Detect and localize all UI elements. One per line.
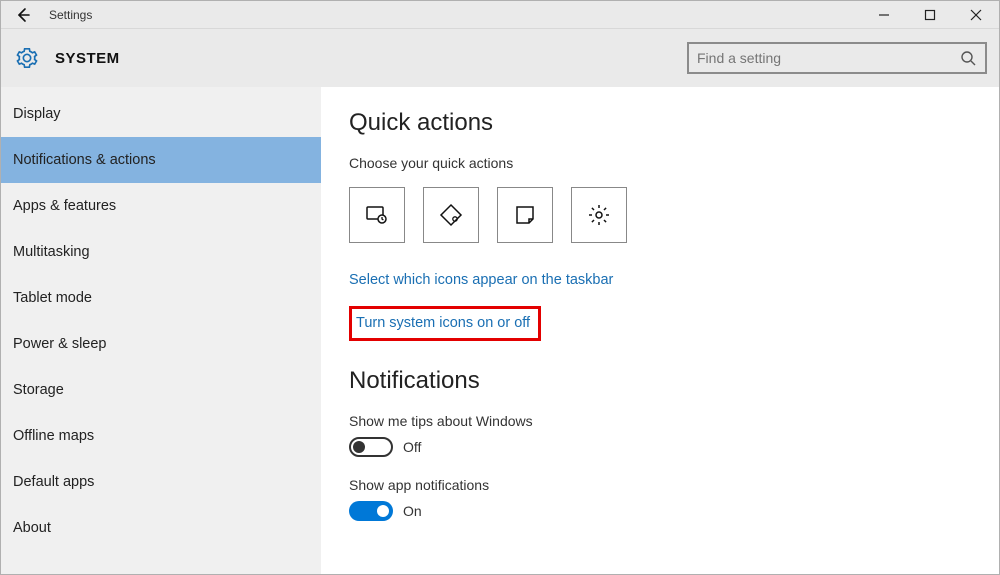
sidebar-item-about[interactable]: About (1, 505, 321, 551)
sticky-note-icon (513, 203, 537, 227)
toggle-tips[interactable] (349, 437, 393, 457)
sidebar-item-apps-features[interactable]: Apps & features (1, 183, 321, 229)
link-taskbar-icons[interactable]: Select which icons appear on the taskbar (349, 272, 613, 288)
quick-actions-heading: Quick actions (349, 109, 999, 137)
toggle-app-notifications[interactable] (349, 501, 393, 521)
setting-tips: Show me tips about Windows Off (349, 413, 999, 457)
settings-gear-icon (13, 44, 41, 72)
maximize-icon (924, 9, 936, 21)
quick-action-tile-4[interactable] (571, 187, 627, 243)
quick-action-tile-1[interactable] (349, 187, 405, 243)
window-title: Settings (49, 8, 92, 22)
link-system-icons[interactable]: Turn system icons on or off (356, 315, 530, 331)
sidebar-item-power-sleep[interactable]: Power & sleep (1, 321, 321, 367)
notifications-heading: Notifications (349, 367, 999, 395)
tablet-mode-icon (364, 202, 390, 228)
quick-action-tile-3[interactable] (497, 187, 553, 243)
sidebar-item-label: Apps & features (13, 198, 116, 214)
maximize-button[interactable] (907, 1, 953, 29)
sidebar-item-storage[interactable]: Storage (1, 367, 321, 413)
setting-label: Show me tips about Windows (349, 413, 999, 429)
sidebar-item-label: Display (13, 106, 61, 122)
page-header: SYSTEM (1, 29, 999, 87)
note-icon (438, 202, 464, 228)
toggle-state-text: Off (403, 439, 421, 455)
settings-gear-icon (587, 203, 611, 227)
setting-app-notifications: Show app notifications On (349, 477, 999, 521)
title-bar: Settings (1, 1, 999, 29)
sidebar-item-label: Power & sleep (13, 336, 107, 352)
search-box[interactable] (687, 42, 987, 74)
quick-action-tile-2[interactable] (423, 187, 479, 243)
sidebar-item-label: About (13, 520, 51, 536)
quick-actions-subtext: Choose your quick actions (349, 155, 999, 171)
minimize-button[interactable] (861, 1, 907, 29)
sidebar-item-display[interactable]: Display (1, 91, 321, 137)
sidebar-item-notifications-actions[interactable]: Notifications & actions (1, 137, 321, 183)
sidebar-item-offline-maps[interactable]: Offline maps (1, 413, 321, 459)
back-button[interactable] (1, 1, 45, 29)
sidebar-item-label: Notifications & actions (13, 152, 156, 168)
close-button[interactable] (953, 1, 999, 29)
sidebar-item-label: Offline maps (13, 428, 94, 444)
sidebar-item-label: Storage (13, 382, 64, 398)
highlighted-link-box: Turn system icons on or off (349, 306, 541, 341)
sidebar-item-multitasking[interactable]: Multitasking (1, 229, 321, 275)
setting-label: Show app notifications (349, 477, 999, 493)
sidebar: Display Notifications & actions Apps & f… (1, 87, 321, 574)
search-icon (959, 49, 977, 67)
minimize-icon (878, 9, 890, 21)
sidebar-item-label: Tablet mode (13, 290, 92, 306)
quick-actions-row (349, 187, 999, 243)
toggle-state-text: On (403, 503, 422, 519)
sidebar-item-default-apps[interactable]: Default apps (1, 459, 321, 505)
sidebar-item-label: Default apps (13, 474, 94, 490)
sidebar-item-label: Multitasking (13, 244, 90, 260)
sidebar-item-tablet-mode[interactable]: Tablet mode (1, 275, 321, 321)
content-pane: Quick actions Choose your quick actions … (321, 87, 999, 574)
page-title: SYSTEM (55, 50, 120, 67)
search-input[interactable] (697, 50, 959, 66)
arrow-left-icon (15, 7, 31, 23)
close-icon (970, 9, 982, 21)
